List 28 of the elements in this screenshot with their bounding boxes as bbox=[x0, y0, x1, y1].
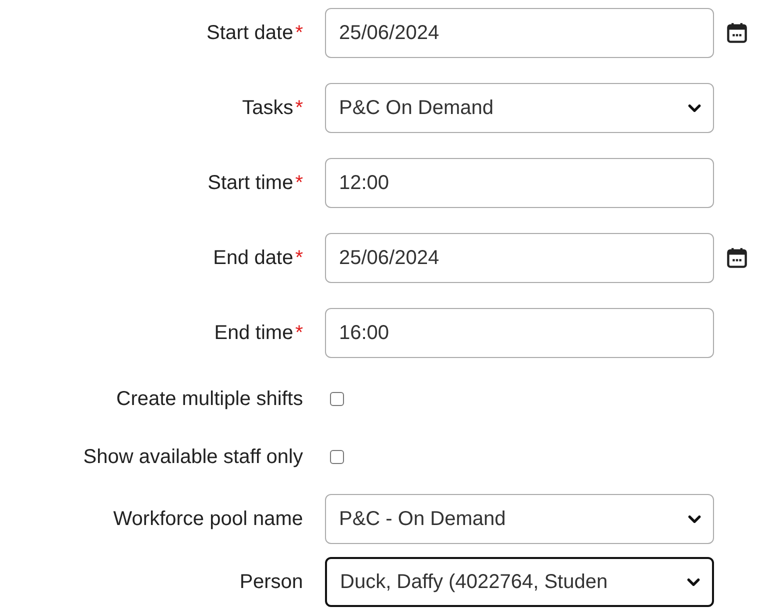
required-mark: * bbox=[295, 96, 303, 121]
field-label: End date bbox=[213, 246, 294, 271]
field-label: End time bbox=[214, 321, 294, 346]
checkbox[interactable] bbox=[330, 392, 344, 406]
checkbox[interactable] bbox=[330, 450, 344, 464]
dropdown[interactable]: Duck, Daffy (4022764, Studen bbox=[325, 557, 714, 607]
chevron-down-icon bbox=[688, 104, 701, 112]
field-label: Workforce pool name bbox=[113, 507, 303, 532]
field-label: Tasks bbox=[242, 96, 294, 121]
field-label: Start time bbox=[208, 171, 294, 196]
field-label: Person bbox=[240, 570, 303, 595]
chevron-down-icon bbox=[688, 514, 701, 524]
required-mark: * bbox=[295, 321, 303, 346]
chevron-down-icon bbox=[687, 578, 700, 586]
calendar-icon[interactable] bbox=[726, 22, 748, 44]
input-field[interactable]: 25/06/2024 bbox=[325, 8, 714, 58]
field-label: Create multiple shifts bbox=[116, 387, 303, 412]
required-mark: * bbox=[295, 246, 303, 271]
input-field[interactable]: 25/06/2024 bbox=[325, 233, 714, 283]
required-mark: * bbox=[295, 171, 303, 196]
required-mark: * bbox=[295, 21, 303, 46]
dropdown[interactable]: P&C - On Demand bbox=[325, 494, 714, 544]
dropdown[interactable]: P&C On Demand bbox=[325, 83, 714, 133]
calendar-icon[interactable] bbox=[726, 247, 748, 269]
field-label: Start date bbox=[206, 21, 294, 46]
input-field[interactable]: 16:00 bbox=[325, 308, 714, 358]
field-label: Show available staff only bbox=[83, 445, 303, 470]
input-field[interactable]: 12:00 bbox=[325, 158, 714, 208]
